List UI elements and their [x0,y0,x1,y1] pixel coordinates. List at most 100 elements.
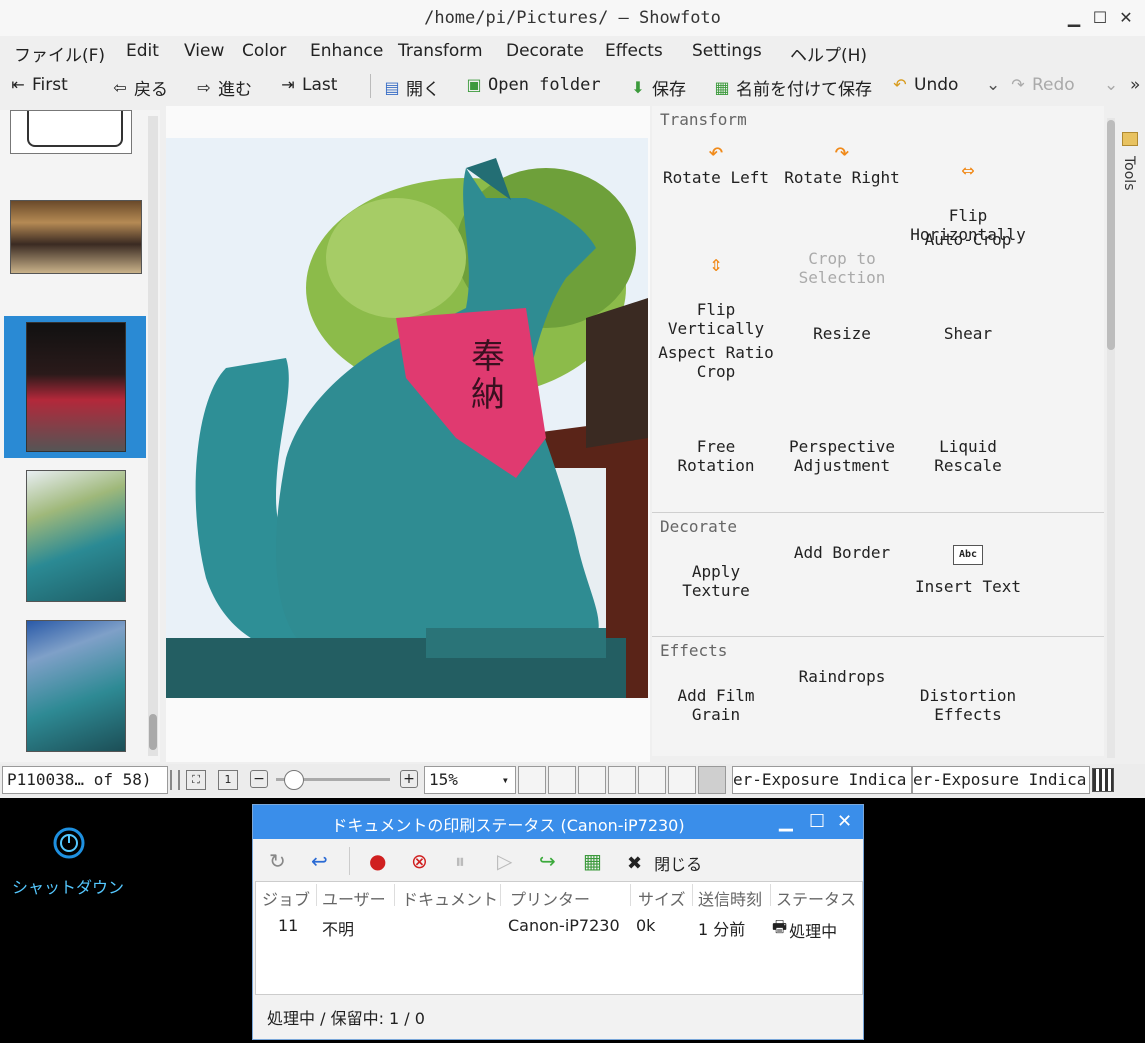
print-status-dialog: ドキュメントの印刷ステータス (Canon-iP7230) ▁ ☐ ✕ ↻ ↩ … [252,804,864,1040]
first-button[interactable]: ⇤ First [8,75,67,95]
free-rotation-tool[interactable]: Free Rotation [656,418,776,494]
open-folder-label: Open folder [488,75,601,95]
open-label: 開く [406,80,440,100]
undo-button[interactable]: ↶ Undo [890,75,958,95]
maximize-icon[interactable]: ☐ [1092,10,1108,26]
shear-tool[interactable]: Shear [908,324,1028,343]
close-icon[interactable]: ✕ [1118,10,1134,26]
under-exposure-indicator[interactable]: er-Exposure Indica [732,766,912,794]
scrollbar-thumb[interactable] [149,714,157,750]
job-status: 🖶 処理中 [772,916,837,943]
distortion-effects-tool[interactable]: Distortion Effects [908,667,1028,743]
close-x-icon: ✖ [627,852,643,874]
forward-button[interactable]: ⇨ 進む [194,75,252,100]
indicator-slot[interactable] [518,766,546,794]
minimize-icon[interactable]: ▁ [779,811,793,832]
open-folder-button[interactable]: ▣ Open folder [464,75,601,95]
undo-label: Undo [914,75,959,95]
thumbnail-item[interactable] [26,470,126,602]
insert-text-icon: Abc [953,545,983,565]
record-stop-icon[interactable]: ● [369,851,386,871]
aspect-ratio-crop-tool[interactable]: Aspect Ratio Crop [656,324,776,400]
shutdown-icon[interactable] [52,826,86,860]
tools-scrollbar-thumb[interactable] [1107,120,1115,350]
zoom-out-icon[interactable]: − [250,770,268,788]
save-icon: ⬇ [631,77,645,97]
toolbar-overflow[interactable]: » [1130,75,1140,95]
thumbnail-scrollbar[interactable] [148,116,158,756]
splitter-handle[interactable] [170,770,180,790]
save-as-button[interactable]: ▦ 名前を付けて保存 [712,75,872,100]
apply-texture-tool[interactable]: Apply Texture [656,543,776,619]
save-button[interactable]: ⬇ 保存 [628,75,686,100]
close-button[interactable]: ✖ 閉じる [627,851,702,875]
menu-enhance[interactable]: Enhance [310,41,383,61]
perspective-adjustment-label: Perspective Adjustment [789,437,895,475]
reprint-icon[interactable]: ↪ [539,851,556,871]
job-time: 1 分前 [698,920,746,939]
rotate-right-tool[interactable]: ↷ Rotate Right [782,136,902,187]
indicator-slot[interactable] [638,766,666,794]
indicator-slot[interactable] [578,766,606,794]
close-icon[interactable]: ✕ [837,811,852,832]
zoom-100-icon[interactable]: 1 [218,770,238,790]
menu-decorate[interactable]: Decorate [506,41,584,61]
redo-dropdown[interactable]: ⌄ [1104,75,1118,95]
table-row[interactable]: 11 不明 Canon-iP7230 0k 1 分前 🖶 処理中 [256,882,862,942]
add-border-label: Add Border [793,543,891,562]
menu-effects[interactable]: Effects [605,41,663,61]
shutdown-label[interactable]: シャットダウン [12,874,124,898]
cancel-job-icon[interactable]: ⊗ [411,851,428,871]
zoom-in-icon[interactable]: + [400,770,418,788]
resize-label: Resize [813,324,871,343]
color-managed-view-icon[interactable] [1092,768,1114,792]
zoom-slider-handle[interactable] [284,770,304,790]
menu-color[interactable]: Color [242,41,286,61]
indicator-slot[interactable] [548,766,576,794]
menu-transform[interactable]: Transform [398,41,483,61]
menu-help[interactable]: ヘルプ(H) [790,41,867,66]
indicator-group [518,766,728,794]
zoom-combo[interactable]: 15% ▾ [424,766,516,794]
indicator-slot[interactable] [608,766,636,794]
liquid-rescale-tool[interactable]: Liquid Rescale [908,418,1028,494]
indicator-slot[interactable] [668,766,696,794]
menu-settings[interactable]: Settings [692,41,762,61]
tools-side-tab[interactable]: Tools [1118,128,1140,228]
over-exposure-indicator[interactable]: er-Exposure Indica [912,766,1090,794]
folder-image-icon: ▣ [466,75,482,94]
thumbnail-item[interactable] [10,200,142,274]
thumbnail-item[interactable] [26,620,126,752]
last-button[interactable]: ⇥ Last [278,75,337,95]
add-border-tool[interactable]: Add Border [782,543,902,562]
menu-file[interactable]: ファイル(F) [14,41,105,66]
distortion-effects-label: Distortion Effects [919,686,1017,724]
perspective-adjustment-tool[interactable]: Perspective Adjustment [782,418,902,494]
insert-text-tool[interactable]: Abc Insert Text [908,543,1028,596]
menu-edit[interactable]: Edit [126,41,159,61]
resume-icon[interactable]: ▷ [497,851,512,871]
zoom-to-fit-icon[interactable]: ⛶ [186,770,206,790]
maximize-icon[interactable]: ☐ [809,811,825,832]
thumbnail-selected[interactable] [4,316,146,458]
forward-arrow-icon: ⇨ [197,77,211,97]
menu-view[interactable]: View [184,41,224,61]
crop-to-selection-tool[interactable]: Crop to Selection [782,230,902,306]
zoom-slider[interactable] [276,770,390,790]
pause-icon[interactable]: ⏸ [455,851,465,871]
resize-tool[interactable]: Resize [782,324,902,343]
print-queue-icon[interactable]: ▦ [583,851,602,871]
rotate-left-tool[interactable]: ↶ Rotate Left [656,136,776,187]
minimize-icon[interactable]: ▁ [1066,10,1082,26]
back-button[interactable]: ⇦ 戻る [110,75,168,100]
redo-button[interactable]: ↷ Redo [1008,75,1074,95]
undo-dropdown[interactable]: ⌄ [986,75,1000,95]
refresh-icon[interactable]: ↻ [269,851,286,871]
auto-crop-tool[interactable]: Auto-Crop [908,230,1028,249]
return-icon[interactable]: ↩ [311,851,328,871]
thumbnail-item[interactable] [10,110,132,154]
open-button[interactable]: ▤ 開く [382,75,440,100]
raindrops-tool[interactable]: Raindrops [782,667,902,686]
add-film-grain-tool[interactable]: Add Film Grain [656,667,776,743]
indicator-slot[interactable] [698,766,726,794]
